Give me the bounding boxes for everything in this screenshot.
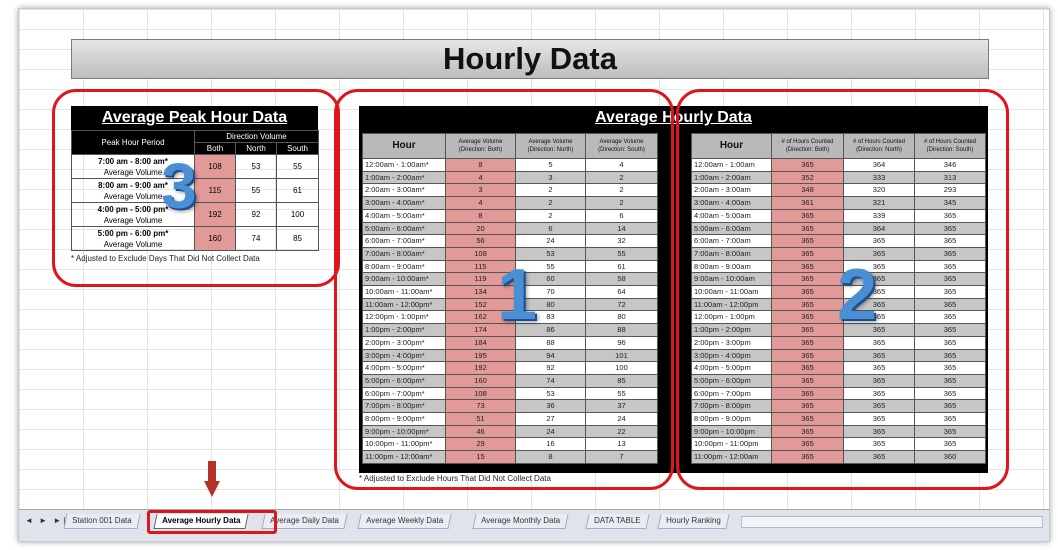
highlight-oval-volume <box>334 89 674 490</box>
page-title: Hourly Data <box>71 39 989 79</box>
tab-station-001-data[interactable]: Station 001 Data <box>63 514 141 529</box>
worksheet-grid: Hourly Data Average Peak Hour Data Peak … <box>19 9 1049 509</box>
sheet-tab-bar: ◄ ► ►| Station 001 Data Average Hourly D… <box>19 509 1049 541</box>
tab-scroll-arrows[interactable]: ◄ ► ►| <box>25 516 67 525</box>
horizontal-scrollbar[interactable] <box>741 516 1043 528</box>
tab-average-weekly-data[interactable]: Average Weekly Data <box>357 514 452 529</box>
tab-data-table[interactable]: DATA TABLE <box>585 514 650 529</box>
tab-hourly-ranking[interactable]: Hourly Ranking <box>657 514 730 529</box>
tab-average-monthly-data[interactable]: Average Monthly Data <box>472 514 569 529</box>
spreadsheet-window: Hourly Data Average Peak Hour Data Peak … <box>18 8 1050 542</box>
highlight-oval-count <box>676 89 1009 490</box>
highlight-box-active-tab <box>147 510 277 534</box>
highlight-oval-peak <box>52 89 340 287</box>
down-arrow-icon <box>204 461 220 497</box>
